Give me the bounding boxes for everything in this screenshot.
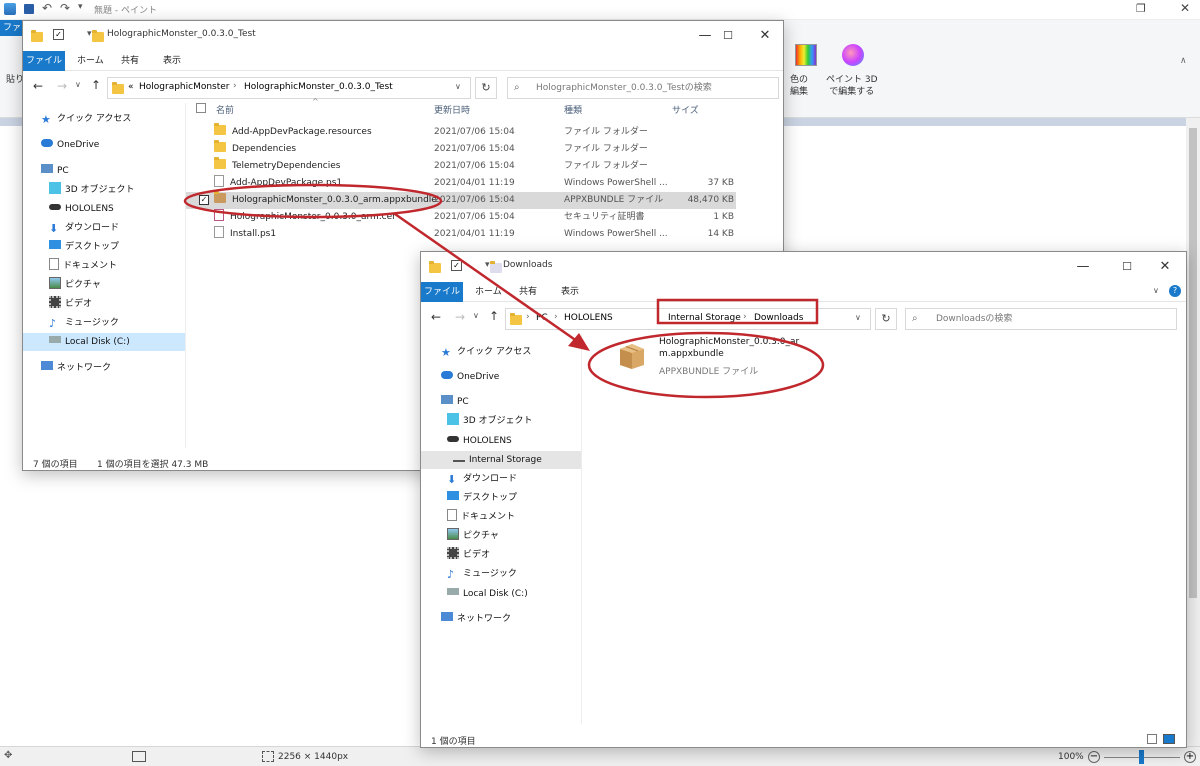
- annotation-overlay: [183, 183, 825, 399]
- highlight-box-path: [656, 298, 819, 325]
- drag-arrow-line: [394, 212, 585, 348]
- highlight-ellipse-destination: [587, 331, 825, 399]
- highlight-ellipse-source: [183, 183, 443, 219]
